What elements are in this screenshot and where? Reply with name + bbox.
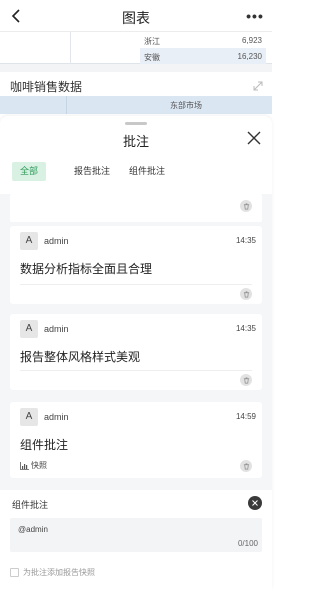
- trash-icon: [243, 291, 249, 297]
- comment-input[interactable]: @admin 0/100: [10, 518, 262, 552]
- clear-button[interactable]: [248, 496, 262, 510]
- page-title: 图表: [122, 10, 150, 26]
- tab-component-annotations[interactable]: 组件批注: [121, 162, 173, 181]
- tab-report-annotations[interactable]: 报告批注: [66, 162, 118, 181]
- delete-button[interactable]: [240, 288, 252, 300]
- comment-text: 数据分析指标全面且合理: [20, 262, 153, 276]
- expand-arrow-icon[interactable]: [252, 80, 264, 92]
- table-row: 安徽 16,230: [140, 48, 266, 65]
- trash-icon: [243, 203, 249, 209]
- drag-handle[interactable]: [125, 122, 147, 125]
- comment-author: admin: [44, 324, 69, 334]
- comment-author: admin: [44, 236, 69, 246]
- trash-icon: [243, 377, 249, 383]
- compose-label: 组件批注: [12, 500, 49, 510]
- province-cell: 浙江: [144, 37, 160, 46]
- comment-time: 14:35: [235, 236, 256, 245]
- chart-title: 咖啡销售数据: [10, 80, 83, 94]
- comment-card: A admin 14:59 组件批注 快照: [10, 402, 262, 478]
- comment-card: [10, 194, 262, 222]
- table-row: 浙江 6,923: [140, 32, 266, 49]
- annotation-tabs: 全部 报告批注 组件批注: [0, 154, 272, 194]
- snapshot-checkbox-row[interactable]: 为批注添加报告快照: [10, 567, 95, 578]
- card-divider: [20, 370, 252, 371]
- delete-button[interactable]: [240, 460, 252, 472]
- comment-text: 组件批注: [20, 438, 69, 452]
- market-header: 东部市场: [170, 101, 202, 110]
- more-button[interactable]: •••: [244, 6, 266, 26]
- close-icon[interactable]: [246, 130, 262, 146]
- sheet-header: 批注: [0, 116, 272, 154]
- snapshot-checkbox[interactable]: [10, 568, 19, 577]
- table-header: 东部市场: [0, 96, 272, 114]
- top-nav: 图表 •••: [0, 0, 272, 32]
- value-cell: 16,230: [237, 52, 262, 61]
- annotation-sheet: 批注 全部 报告批注 组件批注 A admin 14:35 数据分析指标全面且合…: [0, 116, 272, 590]
- comment-time: 14:59: [235, 412, 256, 421]
- avatar: A: [20, 408, 38, 426]
- province-cell: 安徽: [144, 53, 160, 62]
- comment-author: admin: [44, 412, 69, 422]
- snapshot-checkbox-label: 为批注添加报告快照: [23, 568, 95, 577]
- char-counter: 0/100: [237, 539, 258, 548]
- avatar: A: [20, 232, 38, 250]
- snapshot-label: 快照: [31, 461, 47, 470]
- comment-card: A admin 14:35 数据分析指标全面且合理: [10, 226, 262, 304]
- section-divider: [0, 64, 272, 72]
- avatar: A: [20, 320, 38, 338]
- delete-button[interactable]: [240, 200, 252, 212]
- compose-panel: 组件批注 @admin 0/100 为批注添加报告快照: [0, 490, 272, 590]
- sheet-title: 批注: [122, 134, 149, 149]
- trash-icon: [243, 463, 249, 469]
- close-icon: [252, 500, 258, 506]
- tab-all[interactable]: 全部: [12, 162, 47, 181]
- comment-input-text: @admin: [18, 525, 48, 534]
- comment-card: A admin 14:35 报告整体风格样式美观: [10, 314, 262, 390]
- comment-time: 14:35: [235, 324, 256, 333]
- card-divider: [20, 284, 252, 285]
- background-table: 浙江 6,923 安徽 16,230: [0, 32, 272, 65]
- table-divider: [70, 32, 71, 64]
- comment-text: 报告整体风格样式美观: [20, 350, 141, 364]
- delete-button[interactable]: [240, 374, 252, 386]
- header-divider: [66, 96, 67, 114]
- value-cell: 6,923: [241, 36, 262, 45]
- snapshot-link[interactable]: 快照: [20, 460, 47, 471]
- bar-chart-icon: [20, 461, 29, 470]
